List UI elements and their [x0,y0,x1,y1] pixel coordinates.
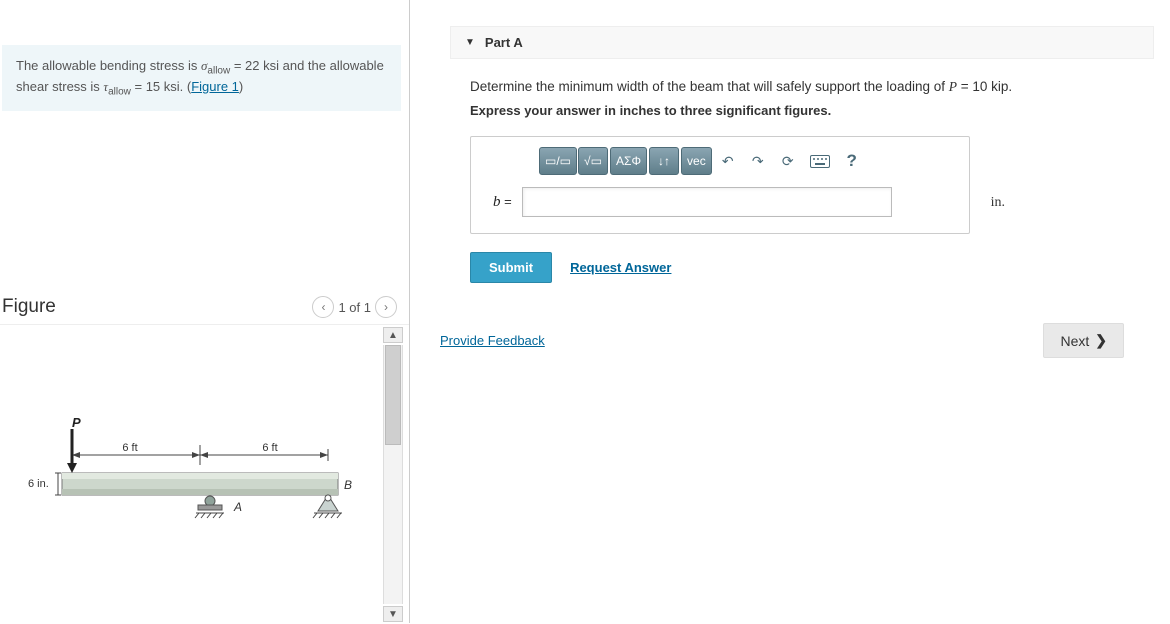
sigma-value: = 22 ksi [230,58,279,73]
figure-area: ▲ ▼ 6 ft 6 ft [0,324,409,624]
tau-value: = 15 ksi [131,79,180,94]
sigma-subscript: allow [207,66,230,77]
figure-pager-text: 1 of 1 [338,300,371,315]
scrollbar-track[interactable] [383,345,403,604]
question-prompt: Determine the minimum width of the beam … [470,79,1154,95]
part-a-header[interactable]: ▼ Part A [450,26,1154,59]
toolbar-keyboard-button[interactable] [804,147,836,175]
figure-title: Figure [2,296,56,318]
support-a-label: A [233,500,242,514]
figure-prev-button[interactable]: ‹ [312,296,334,318]
toolbar-fraction-button[interactable]: ▭/▭ [539,147,577,175]
answer-instruction: Express your answer in inches to three s… [470,103,1154,118]
tau-subscript: allow [108,87,131,98]
dim-right-label: 6 ft [262,442,277,454]
figure-next-button[interactable]: › [375,296,397,318]
chevron-right-icon: ❯ [1095,332,1107,349]
figure-link[interactable]: Figure 1 [191,79,239,94]
toolbar-redo-button[interactable]: ↷ [744,147,772,175]
scroll-down-button[interactable]: ▼ [383,606,403,622]
toolbar-reset-button[interactable]: ⟳ [774,147,802,175]
toolbar-root-button[interactable]: √▭ [578,147,608,175]
scroll-up-button[interactable]: ▲ [383,327,403,343]
intro-close: ) [239,79,243,94]
beam-figure: 6 ft 6 ft P 6 in. [20,415,360,538]
toolbar-greek-button[interactable]: ΑΣΦ [610,147,647,175]
submit-button[interactable]: Submit [470,252,552,283]
next-label: Next [1060,333,1089,349]
caret-down-icon: ▼ [465,37,475,48]
toolbar-undo-button[interactable]: ↶ [714,147,742,175]
beam-height-label: 6 in. [28,478,49,490]
scrollbar-thumb[interactable] [385,345,401,445]
load-p-label: P [72,415,81,430]
figure-pager: ‹ 1 of 1 › [312,296,397,318]
next-button[interactable]: Next ❯ [1043,323,1124,358]
support-b-label: B [344,478,352,492]
toolbar-subscript-button[interactable]: ↓↑ [649,147,679,175]
intro-text: The allowable bending stress is [16,58,201,73]
part-a-title: Part A [485,35,523,50]
dim-left-label: 6 ft [122,442,137,454]
toolbar-help-button[interactable]: ? [838,147,866,175]
provide-feedback-link[interactable]: Provide Feedback [440,333,545,348]
intro-end: . ( [180,79,192,94]
toolbar-vector-button[interactable]: vec [681,147,712,175]
equation-toolbar: ▭/▭ √▭ ΑΣΦ ↓↑ vec ↶ ↷ ⟳ [539,147,957,175]
variable-label: b = [493,194,512,211]
answer-unit: in. [991,195,1005,211]
answer-box: ▭/▭ √▭ ΑΣΦ ↓↑ vec ↶ ↷ ⟳ [470,136,970,234]
request-answer-link[interactable]: Request Answer [570,260,671,275]
problem-statement: The allowable bending stress is σallow =… [2,45,401,111]
answer-input[interactable] [522,187,892,217]
